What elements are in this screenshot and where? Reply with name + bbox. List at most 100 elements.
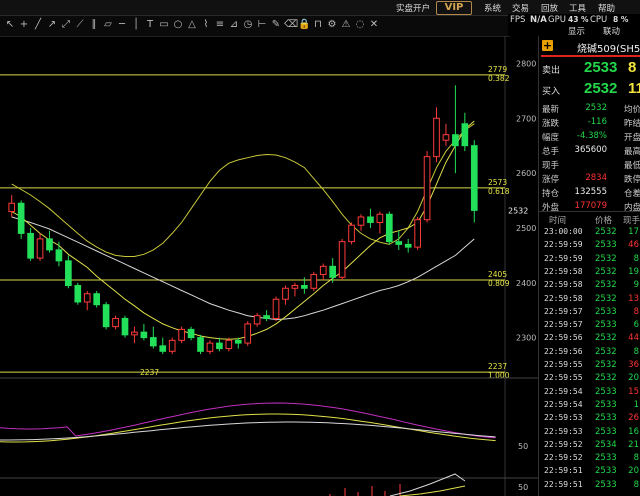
candle-down — [46, 238, 53, 251]
trade-price: 2533 — [595, 413, 617, 424]
trade-time: 22:59:57 — [544, 320, 583, 330]
quote-stat-row: 涨跌 -116 昨结 — [542, 116, 640, 130]
open-account-link[interactable]: 实盘开户 — [396, 2, 430, 14]
add-contract-icon[interactable]: + — [542, 40, 553, 51]
y-tick-label: 2500 — [516, 224, 536, 233]
menu-system[interactable]: 系统 — [484, 2, 501, 14]
stat-label: 总手 — [542, 147, 560, 157]
stat-label-2: 跌停 — [623, 175, 640, 185]
trade-volume: 6 — [633, 320, 639, 331]
kline-chart[interactable]: 2300 2400 2500 2600 2700 2800 2779 0.382 2573 0.6… — [0, 36, 538, 496]
line-icon[interactable]: ╱ — [32, 19, 44, 31]
volume-scale-label: 50 — [518, 483, 528, 492]
indicator-line-1 — [0, 402, 496, 439]
polyline-icon[interactable]: ⌇ — [200, 19, 212, 31]
candle-down — [17, 202, 25, 234]
trade-volume: 20 — [628, 373, 639, 384]
candle-up — [348, 224, 355, 243]
menu-tools[interactable]: 工具 — [569, 2, 586, 14]
candle-down — [404, 243, 412, 248]
stat-value: 2532 — [585, 103, 607, 113]
trade-time: 22:59:55 — [544, 360, 583, 369]
trade-time: 22:59:54 — [544, 386, 583, 396]
lock-icon[interactable]: 🔒 — [298, 19, 310, 31]
trade-volume: 36 — [628, 360, 639, 370]
stat-label: 最新 — [542, 105, 560, 115]
hide-icon[interactable]: ◌ — [354, 19, 366, 31]
extended-line-icon[interactable]: ⟋ — [74, 19, 86, 31]
candle-up — [376, 213, 384, 223]
arrow-line-icon[interactable]: ⤢ — [60, 19, 72, 31]
trade-price: 2533 — [595, 240, 617, 251]
hline-icon[interactable]: ─ — [116, 19, 128, 31]
vline-icon[interactable]: │ — [130, 19, 142, 31]
ask-label: 卖出 — [542, 66, 561, 76]
text-icon[interactable]: T — [144, 19, 156, 31]
menu-trade[interactable]: 交易 — [512, 2, 529, 14]
stat-label: 涨跌 — [542, 119, 560, 129]
trade-volume: 20 — [628, 466, 639, 477]
candle-up — [36, 238, 44, 259]
trade-time: 22:59:57 — [544, 306, 583, 316]
fib-ratio-label: 1.000 — [488, 371, 510, 380]
candle-up — [8, 202, 16, 212]
triangle-icon[interactable]: △ — [186, 19, 198, 31]
low-price-label: 2237 — [140, 368, 159, 377]
pen-icon[interactable]: ✎ — [270, 19, 282, 31]
rect-icon[interactable]: ▭ — [158, 19, 170, 31]
ma-yellow-line — [11, 120, 475, 340]
candle-up — [357, 216, 365, 226]
candle-down — [93, 293, 101, 306]
candle-up — [282, 287, 289, 300]
drawing-toolbar: ↖ + ╱ ↗ ⤢ ⟋ ∥ ▱ ─ │ T ▭ ○ △ ⌇ ≡ ⊿ ◷ ⊢ ✎ ⌫ 🔒 ⊓ ⚙ ⚠ ◌ ✕ — [0, 16, 510, 37]
trade-volume: 15 — [628, 386, 639, 397]
trade-volume: 9 — [633, 280, 639, 291]
measure-icon[interactable]: ⊢ — [256, 19, 268, 31]
vip-badge[interactable]: VIP — [436, 1, 472, 15]
settings-icon[interactable]: ⚙ — [326, 19, 338, 31]
ask-row[interactable]: 卖出 2533 8 — [542, 58, 640, 80]
fib-ratio-label: 0.809 — [488, 279, 510, 288]
channel-icon[interactable]: ▱ — [102, 19, 114, 31]
trade-time: 22:59:53 — [544, 413, 583, 423]
ray-icon[interactable]: ↗ — [46, 19, 58, 31]
menu-replay[interactable]: 回放 — [541, 2, 558, 14]
ask-price: 2533 — [584, 59, 618, 76]
cpu-value: 8 % — [613, 15, 629, 24]
gpu-label: GPU — [548, 15, 566, 25]
delete-icon[interactable]: ✕ — [368, 19, 380, 31]
trade-price: 2533 — [595, 479, 617, 490]
candle-down — [121, 317, 129, 336]
gann-icon[interactable]: ⊿ — [228, 19, 240, 31]
candle-up — [206, 342, 214, 352]
cycle-icon[interactable]: ◷ — [242, 19, 254, 31]
quote-panel: + 烧碱509(SH50 卖出 2533 8 买入 2532 11 最新 2532… — [538, 36, 640, 496]
quote-stat-row: 现手 最低 — [542, 158, 640, 172]
candle-up — [433, 117, 440, 158]
menu-help[interactable]: 帮助 — [598, 2, 615, 14]
trade-price: 2532 — [595, 346, 617, 357]
chart-canvas[interactable]: 2300 2400 2500 2600 2700 2800 27790.382 25730.6… — [0, 36, 538, 496]
stat-label: 现手 — [542, 161, 560, 171]
candle-up — [83, 293, 91, 303]
cursor-icon[interactable]: ↖ — [4, 19, 16, 31]
candle-down — [149, 337, 157, 347]
warning-icon[interactable]: ⚠ — [340, 19, 352, 31]
trade-price: 2532 — [595, 333, 617, 344]
trade-time: 22:59:52 — [544, 453, 583, 463]
cpu-label: CPU — [590, 15, 608, 25]
crosshair-icon[interactable]: + — [18, 19, 30, 31]
fib-icon[interactable]: ≡ — [214, 19, 226, 31]
erase-icon[interactable]: ⌫ — [284, 19, 298, 31]
fps-label: FPS — [510, 15, 526, 25]
trade-time: 22:59:58 — [544, 266, 583, 276]
circle-icon[interactable]: ○ — [172, 19, 184, 31]
parallel-icon[interactable]: ∥ — [88, 19, 100, 31]
contract-name: 烧碱509(SH50 — [577, 44, 640, 55]
bid-row[interactable]: 买入 2532 11 — [542, 79, 640, 101]
stat-value: 365600 — [574, 145, 607, 155]
trade-price: 2532 — [595, 293, 617, 304]
magnet-icon[interactable]: ⊓ — [312, 19, 324, 31]
trade-row[interactable]: 22:59:51 2533 8 — [539, 479, 640, 494]
candle-up — [244, 323, 252, 344]
